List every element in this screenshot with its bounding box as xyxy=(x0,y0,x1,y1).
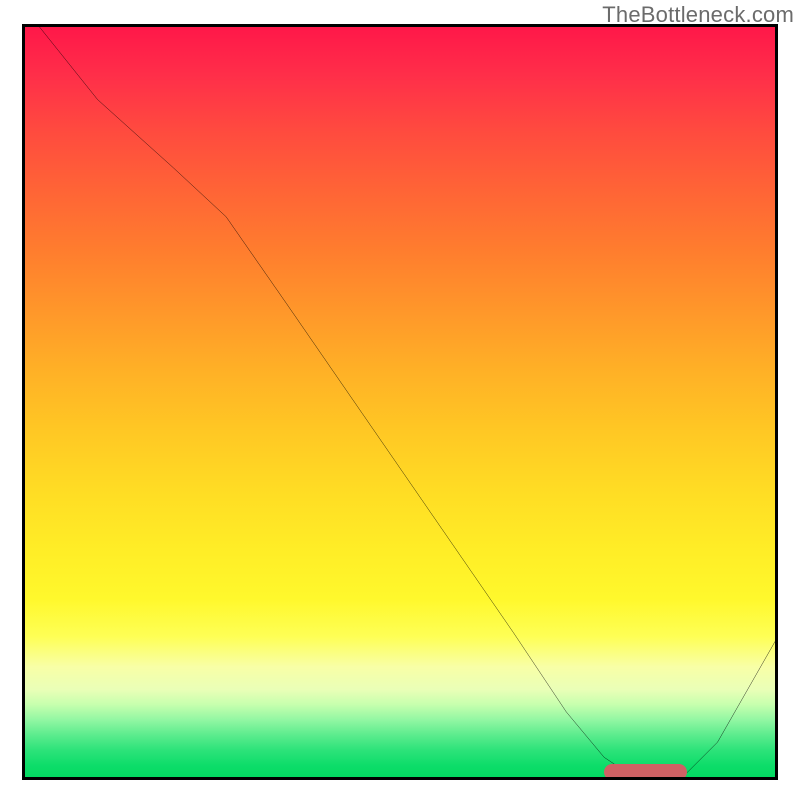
chart-curve xyxy=(22,24,778,780)
chart-frame xyxy=(22,24,778,780)
optimal-range-pill xyxy=(604,764,687,780)
bottleneck-curve-path xyxy=(37,24,778,776)
